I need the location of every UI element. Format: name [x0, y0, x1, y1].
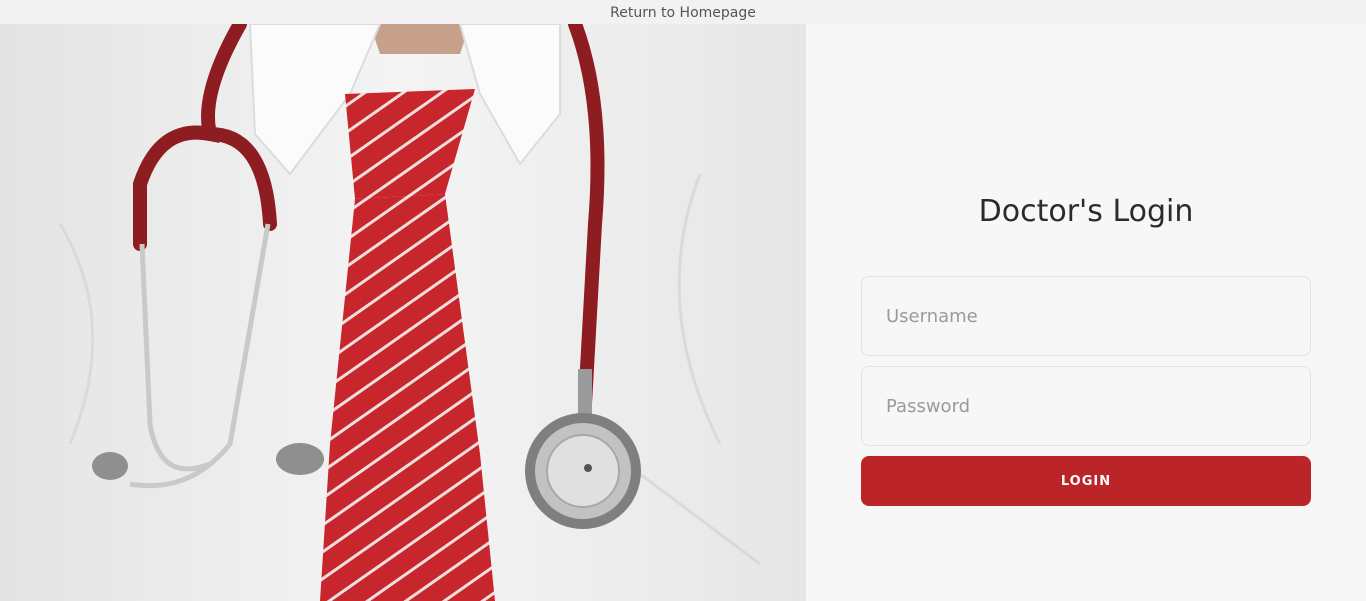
doctor-illustration	[0, 24, 806, 601]
doctor-photo	[0, 24, 806, 601]
return-to-homepage-link[interactable]: Return to Homepage	[610, 5, 756, 21]
password-input[interactable]	[861, 366, 1311, 446]
username-input[interactable]	[861, 276, 1311, 356]
login-panel: Doctor's Login LOGIN	[806, 24, 1366, 601]
page-title: Doctor's Login	[978, 194, 1194, 229]
top-bar: Return to Homepage	[0, 0, 1366, 24]
login-button[interactable]: LOGIN	[861, 456, 1311, 506]
